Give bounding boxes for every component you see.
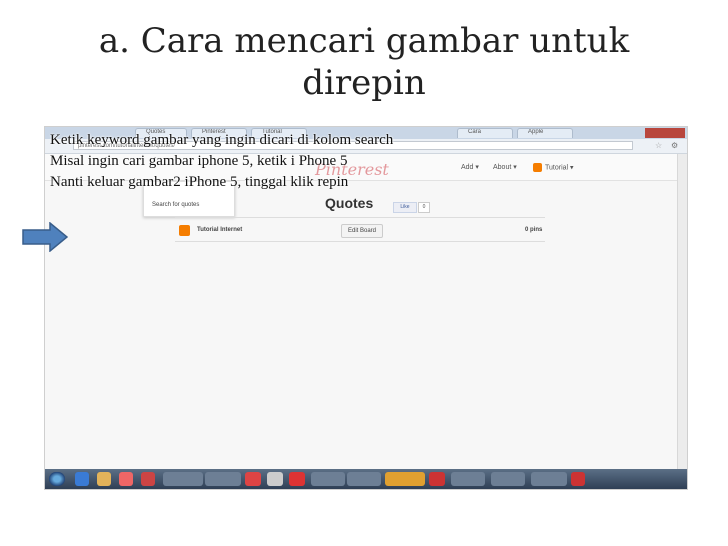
app-icon[interactable]: [571, 472, 585, 486]
divider: [175, 241, 545, 242]
taskbar-window[interactable]: [205, 472, 241, 486]
instruction-line: Nanti keluar gambar2 iPhone 5, tinggal k…: [50, 174, 349, 190]
wrench-icon[interactable]: ⚙: [671, 141, 678, 150]
taskbar-window[interactable]: [163, 472, 203, 486]
browser-tab[interactable]: Cara: [457, 128, 513, 138]
blogger-icon: [179, 225, 190, 236]
arrow-right-icon: [22, 222, 68, 252]
blogger-icon: [533, 163, 542, 172]
search-for-quotes-item[interactable]: Search for quotes: [152, 202, 199, 208]
app-icon[interactable]: [245, 472, 261, 486]
folder-icon[interactable]: [97, 472, 111, 486]
slide-title-line2: direpin: [302, 63, 426, 103]
taskbar-window[interactable]: [531, 472, 567, 486]
instruction-line: Ketik keyword gambar yang ingin dicari d…: [50, 132, 394, 148]
board-owner-name[interactable]: Tutorial Internet: [197, 227, 242, 233]
windows-start-icon[interactable]: [49, 472, 65, 486]
board-title: Quotes: [325, 195, 374, 211]
divider: [175, 217, 545, 218]
taskbar-window[interactable]: [451, 472, 485, 486]
star-icon[interactable]: ☆: [655, 141, 662, 150]
nav-about[interactable]: About ▾: [493, 163, 517, 171]
taskbar-window[interactable]: [347, 472, 381, 486]
window-close-button[interactable]: [645, 128, 685, 138]
app-icon[interactable]: [289, 472, 305, 486]
app-icon[interactable]: [429, 472, 445, 486]
slide-title-line1: a. Cara mencari gambar untuk: [98, 21, 630, 61]
nav-user-label: Tutorial ▾: [545, 164, 574, 172]
like-count: 0: [418, 202, 430, 213]
slide-title: a. Cara mencari gambar untuk direpin: [0, 20, 728, 104]
nav-add[interactable]: Add ▾: [461, 163, 479, 171]
taskbar-window[interactable]: [311, 472, 345, 486]
ie-icon[interactable]: [75, 472, 89, 486]
taskbar: [45, 469, 687, 489]
instruction-text: Ketik keyword gambar yang ingin dicari d…: [50, 130, 393, 193]
media-icon[interactable]: [119, 472, 133, 486]
facebook-like-button[interactable]: Like: [393, 202, 417, 213]
taskbar-window-active[interactable]: [385, 472, 425, 486]
instruction-line: Misal ingin cari gambar iphone 5, ketik …: [50, 153, 348, 169]
app-icon[interactable]: [267, 472, 283, 486]
app-icon[interactable]: [141, 472, 155, 486]
edit-board-button[interactable]: Edit Board: [341, 224, 383, 238]
scrollbar[interactable]: [677, 154, 687, 470]
pin-count: 0 pins: [525, 227, 543, 233]
browser-tab[interactable]: Apple: [517, 128, 573, 138]
taskbar-window[interactable]: [491, 472, 525, 486]
nav-user[interactable]: Tutorial ▾: [533, 163, 574, 172]
